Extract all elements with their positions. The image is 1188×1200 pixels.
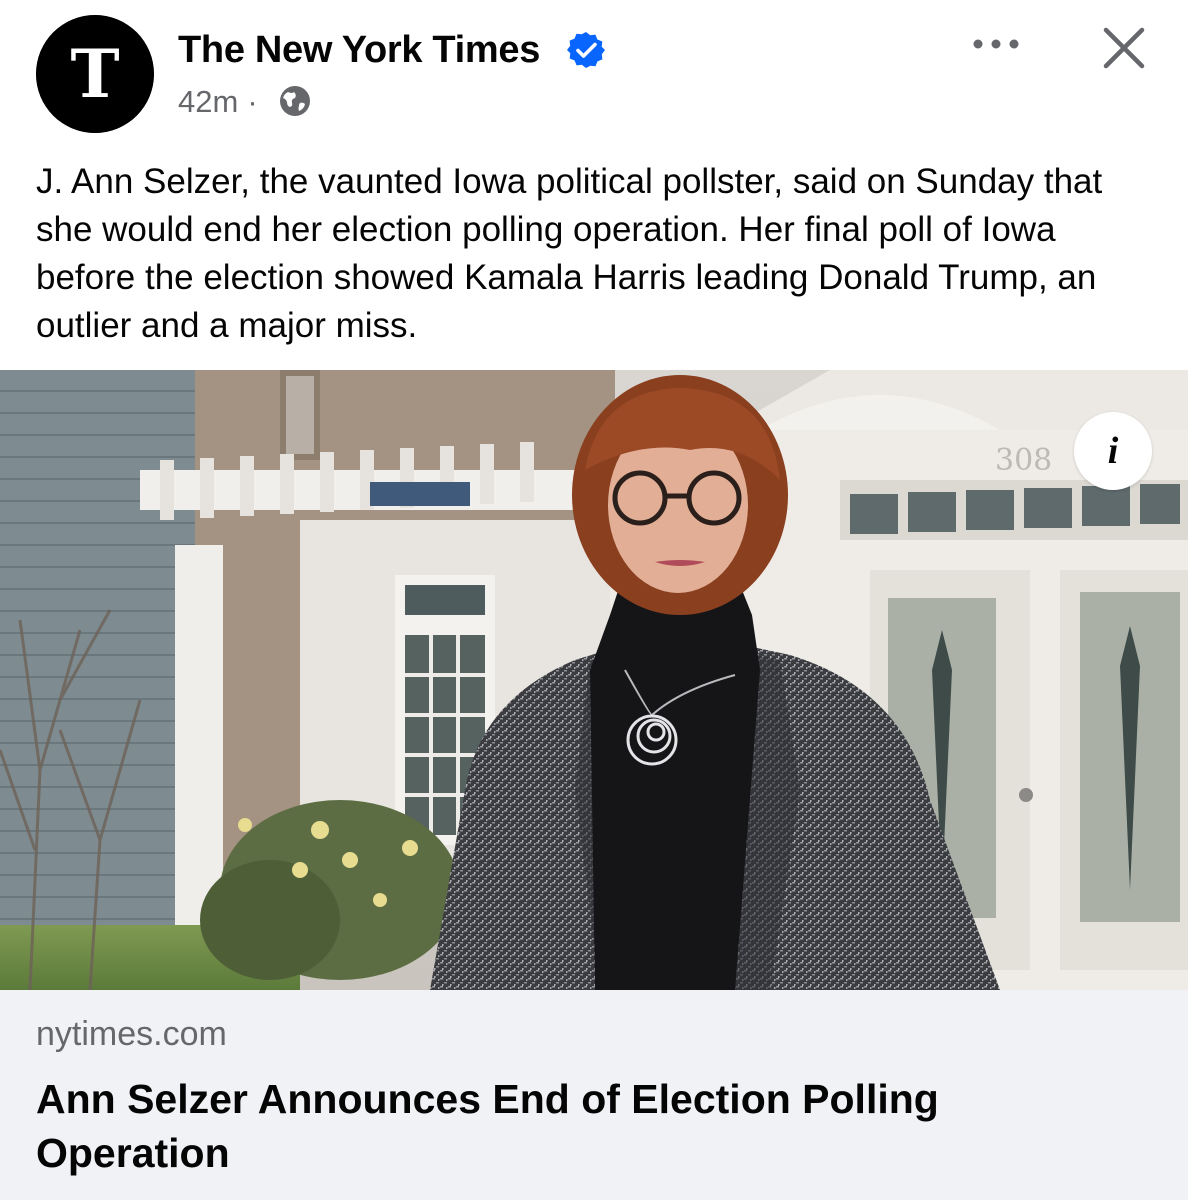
timestamp[interactable]: 42m [178,84,238,119]
nyt-logo-icon: T [36,15,154,133]
photo-illustration: 308 [0,370,1188,990]
link-title[interactable]: Ann Selzer Announces End of Election Pol… [36,1072,1136,1180]
globe-icon [280,86,310,116]
info-button[interactable]: i [1074,412,1152,490]
link-preview-card[interactable]: nytimes.com Ann Selzer Announces End of … [0,990,1188,1200]
post-meta: 42m · [178,82,267,122]
page-name[interactable]: The New York Times [178,28,540,72]
post-header: T The New York Times 42m · [0,0,1188,150]
info-icon: i [1107,430,1119,472]
link-domain: nytimes.com [36,1015,227,1053]
logo-letter: T [70,35,119,113]
facebook-post: T The New York Times 42m · J. Ann Selzer,… [0,0,1188,1200]
more-options-icon[interactable] [968,30,1024,58]
meta-separator: · [247,84,258,119]
close-icon[interactable] [1098,22,1150,74]
house-number: 308 [995,443,1052,478]
verified-badge-icon [567,32,605,68]
post-text: J. Ann Selzer, the vaunted Iowa politica… [36,162,1103,345]
page-avatar[interactable]: T [36,15,154,133]
post-image[interactable]: 308 [0,370,1188,990]
